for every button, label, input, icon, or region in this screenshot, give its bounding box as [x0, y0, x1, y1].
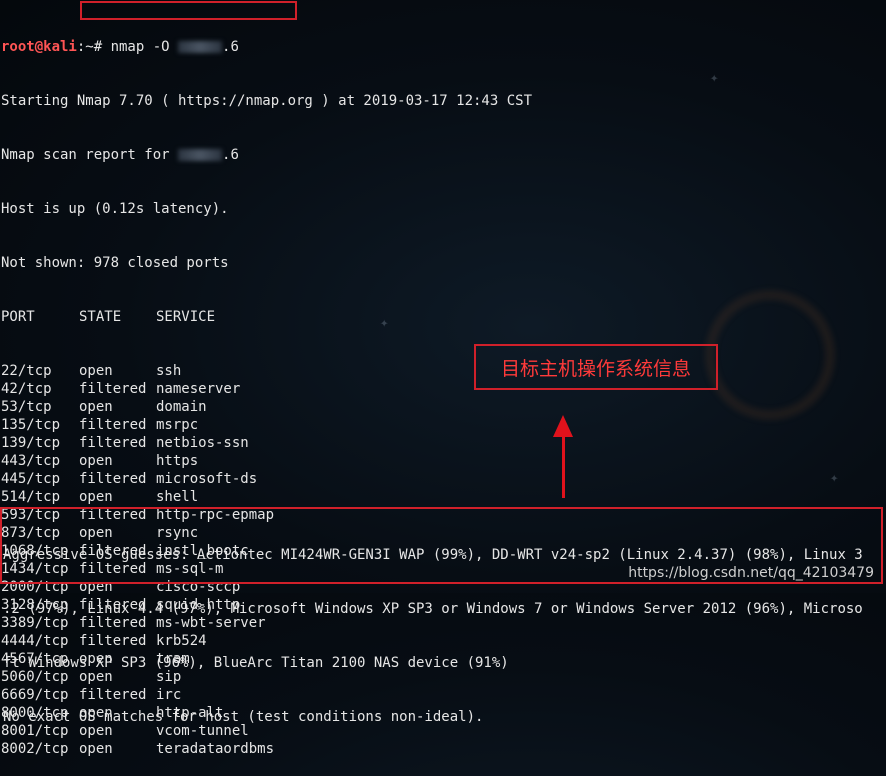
redacted-ip — [178, 149, 223, 161]
redacted-ip — [178, 41, 223, 53]
port-row: 53/tcp open domain — [1, 398, 532, 416]
port-service: msrpc — [156, 417, 199, 433]
port-state: open — [79, 489, 113, 505]
scan-report-label: Nmap scan report for — [1, 147, 179, 163]
os-guess-line: ft Windows XP SP3 (96%), BlueArc Titan 2… — [3, 655, 509, 671]
port-number: 22/tcp — [1, 363, 52, 379]
port-service: shell — [156, 489, 199, 505]
port-row: 42/tcp filtered nameserver — [1, 380, 532, 398]
port-state: filtered — [79, 435, 147, 451]
port-table-header: PORT STATE SERVICE — [1, 308, 532, 326]
host-up-line: Host is up (0.12s latency). — [1, 201, 229, 217]
port-service: nameserver — [156, 381, 241, 397]
port-service: domain — [156, 399, 207, 415]
prompt-user: root@kali — [1, 39, 77, 55]
command-highlight-box — [80, 1, 297, 20]
port-row: 139/tcp filtered netbios-ssn — [1, 434, 532, 452]
background-star: ✦ — [830, 470, 839, 486]
state-column-header: STATE — [79, 309, 122, 325]
port-column-header: PORT — [1, 309, 35, 325]
watermark: https://blog.csdn.net/qq_42103479 — [628, 565, 874, 581]
scan-report-line: Nmap scan report for .6 — [1, 146, 532, 164]
nmap-start-line: Starting Nmap 7.70 ( https://nmap.org ) … — [1, 93, 533, 109]
command-text: nmap -O — [110, 39, 179, 55]
port-row: 514/tcp open shell — [1, 488, 532, 506]
port-number: 139/tcp — [1, 435, 61, 451]
port-row: 22/tcp open ssh — [1, 362, 532, 380]
port-row: 443/tcp open https — [1, 452, 532, 470]
port-service: netbios-ssn — [156, 435, 249, 451]
os-info-callout: 目标主机操作系统信息 — [474, 344, 718, 390]
port-row: 445/tcp filtered microsoft-ds — [1, 470, 532, 488]
background-swirl-logo — [705, 290, 835, 420]
command-line[interactable]: root@kali:~# nmap -O .6 — [1, 38, 532, 56]
port-number: 53/tcp — [1, 399, 52, 415]
port-state: open — [79, 453, 113, 469]
port-number: 443/tcp — [1, 453, 61, 469]
port-service: ssh — [156, 363, 182, 379]
port-row: 135/tcp filtered msrpc — [1, 416, 532, 434]
prompt-path: :~# — [76, 39, 111, 55]
os-guess-line: .2 (97%), Linux 4.4 (97%), Microsoft Win… — [3, 601, 863, 617]
background-star: ✦ — [710, 70, 719, 86]
command-ip-suffix: .6 — [222, 39, 239, 55]
port-number: 42/tcp — [1, 381, 52, 397]
port-state: open — [79, 399, 113, 415]
service-column-header: SERVICE — [156, 309, 216, 325]
port-number: 514/tcp — [1, 489, 61, 505]
port-state: filtered — [79, 381, 147, 397]
port-state: filtered — [79, 417, 147, 433]
scan-report-ip-suffix: .6 — [222, 147, 239, 163]
port-state: open — [79, 363, 113, 379]
port-number: 135/tcp — [1, 417, 61, 433]
arrow-shaft — [562, 430, 565, 498]
not-shown-line: Not shown: 978 closed ports — [1, 255, 229, 271]
port-service: https — [156, 453, 199, 469]
os-match-line: No exact OS matches for host (test condi… — [3, 709, 484, 725]
port-number: 445/tcp — [1, 471, 61, 487]
port-state: filtered — [79, 471, 147, 487]
port-service: microsoft-ds — [156, 471, 258, 487]
